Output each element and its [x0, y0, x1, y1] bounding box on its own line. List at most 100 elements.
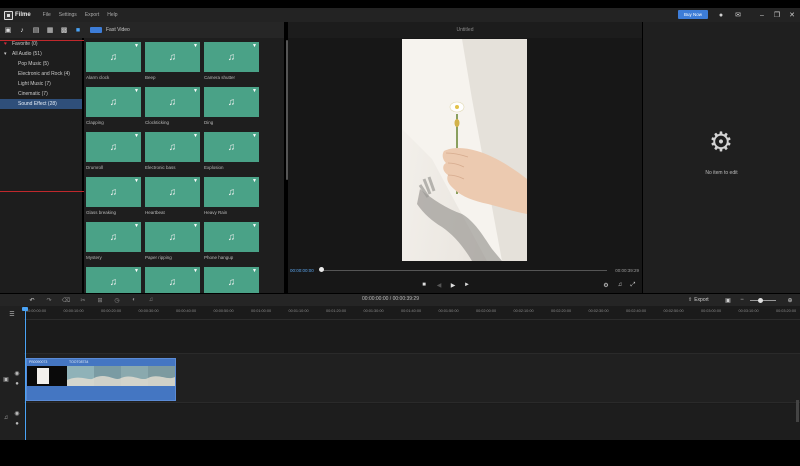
sound-effect-card[interactable]: ♫ ▼ — [145, 267, 200, 293]
stop-icon[interactable]: ■ — [419, 280, 429, 290]
audio-thumbnail[interactable]: ♫ ▼ — [204, 222, 259, 252]
text-icon[interactable]: ▤ — [32, 26, 40, 34]
sound-effect-card[interactable]: ♫ ▼ — [86, 267, 141, 293]
lock-track-icon[interactable]: ● — [13, 380, 21, 388]
sound-effect-card[interactable]: ♫ ▼ Camera shutter — [204, 42, 259, 87]
sound-effect-card[interactable]: ♫ ▼ Electronic bass — [145, 132, 200, 177]
zoom-slider[interactable] — [750, 300, 776, 301]
sound-effect-card[interactable]: ♫ ▼ Glass breaking — [86, 177, 141, 222]
download-icon[interactable]: ▼ — [252, 133, 257, 139]
download-icon[interactable]: ▼ — [134, 88, 139, 94]
audio-thumbnail[interactable]: ♫ ▼ — [86, 177, 141, 207]
audio-thumbnail[interactable]: ♫ ▼ — [204, 267, 259, 293]
download-icon[interactable]: ▼ — [134, 133, 139, 139]
export-button[interactable]: ⇧ Export — [688, 295, 709, 305]
audio-detach-icon[interactable]: ♫ — [147, 296, 155, 304]
mail-icon[interactable]: ✉ — [733, 10, 743, 20]
audio-track[interactable] — [24, 404, 800, 440]
mute-track-icon[interactable]: ◉ — [13, 409, 21, 417]
scrub-track[interactable] — [321, 269, 607, 271]
sound-effect-card[interactable]: ♫ ▼ Clapping — [86, 87, 141, 132]
audio-thumbnail[interactable]: ♫ ▼ — [145, 132, 200, 162]
speed-icon[interactable]: ◷ — [113, 296, 121, 304]
zoom-in-icon[interactable]: ⊕ — [786, 296, 794, 304]
audio-thumbnail[interactable]: ♫ ▼ — [204, 177, 259, 207]
audio-thumbnail[interactable]: ♫ ▼ — [86, 132, 141, 162]
tree-item-light-music[interactable]: Light Music (7) — [0, 79, 82, 89]
menu-file[interactable]: File — [43, 12, 51, 18]
download-icon[interactable]: ▼ — [134, 178, 139, 184]
filter-icon[interactable]: ▦ — [46, 26, 54, 34]
download-icon[interactable]: ▼ — [252, 223, 257, 229]
download-icon[interactable]: ▼ — [252, 88, 257, 94]
sound-effect-card[interactable]: ♫ ▼ Phone hangup — [204, 222, 259, 267]
zoom-out-icon[interactable]: − — [738, 296, 746, 304]
effects-icon[interactable]: ▩ — [60, 26, 68, 34]
screenshot-icon[interactable]: ▣ — [724, 296, 732, 304]
audio-thumbnail[interactable]: ♫ ▼ — [145, 177, 200, 207]
play-icon[interactable]: ▶ — [448, 280, 458, 290]
download-icon[interactable]: ▼ — [134, 268, 139, 274]
sound-effect-card[interactable]: ♫ ▼ Beep — [145, 42, 200, 87]
audio-icon[interactable]: ♪ — [18, 26, 26, 34]
download-icon[interactable]: ▼ — [134, 223, 139, 229]
fullscreen-icon[interactable]: ⤢ — [628, 280, 638, 290]
settings-icon[interactable]: ⚙ — [601, 280, 611, 290]
audio-thumbnail[interactable]: ♫ ▼ — [145, 87, 200, 117]
delete-icon[interactable]: ⌫ — [62, 296, 70, 304]
tree-item-favorite[interactable]: ♥ Favorite (0) — [0, 39, 82, 49]
audio-thumbnail[interactable]: ♫ ▼ — [204, 42, 259, 72]
audio-thumbnail[interactable]: ♫ ▼ — [145, 267, 200, 293]
download-icon[interactable]: ▼ — [193, 43, 198, 49]
undo-icon[interactable]: ↶ — [28, 296, 36, 304]
scrub-handle[interactable] — [319, 267, 324, 272]
audio-thumbnail[interactable]: ♫ ▼ — [145, 42, 200, 72]
sound-effects-icon[interactable]: ■ — [74, 26, 82, 34]
tree-item-all-audio[interactable]: ▾ All Audio (51) — [0, 49, 82, 59]
sound-effect-card[interactable]: ♫ ▼ Clockticking — [145, 87, 200, 132]
previous-frame-icon[interactable]: ◀ — [434, 280, 444, 290]
download-icon[interactable]: ▼ — [193, 223, 198, 229]
redo-icon[interactable]: ↷ — [45, 296, 53, 304]
audio-thumbnail[interactable]: ♫ ▼ — [204, 132, 259, 162]
crop-icon[interactable]: ⊞ — [96, 296, 104, 304]
sound-effect-card[interactable]: ♫ ▼ Explosion — [204, 132, 259, 177]
tree-item-sound-effect[interactable]: Sound Effect (28) — [0, 99, 82, 109]
sound-effect-card[interactable]: ♫ ▼ Heartbeat — [145, 177, 200, 222]
sound-effect-card[interactable]: ♫ ▼ Heavy Rain — [204, 177, 259, 222]
timeline-ruler[interactable]: 00:00:00:00 00:00:10:00 00:00:20:00 00:00:3… — [24, 306, 800, 320]
download-icon[interactable]: ▼ — [193, 268, 198, 274]
audio-thumbnail[interactable]: ♫ ▼ — [204, 87, 259, 117]
color-icon[interactable]: ◐ — [130, 296, 138, 304]
maximize-icon[interactable]: ❐ — [772, 10, 782, 20]
tree-item-electronic-rock[interactable]: Electronic and Rock (4) — [0, 69, 82, 79]
download-icon[interactable]: ▼ — [252, 43, 257, 49]
account-icon[interactable]: ● — [716, 10, 726, 20]
zoom-handle[interactable] — [758, 298, 763, 303]
audio-thumbnail[interactable]: ♫ ▼ — [86, 222, 141, 252]
minimize-icon[interactable]: – — [757, 10, 767, 20]
track-menu-icon[interactable]: ☰ — [8, 310, 16, 318]
playhead[interactable] — [25, 308, 26, 440]
download-icon[interactable]: ▼ — [252, 178, 257, 184]
download-icon[interactable]: ▼ — [193, 88, 198, 94]
sound-effect-card[interactable]: ♫ ▼ Paper ripping — [145, 222, 200, 267]
lock-audio-icon[interactable]: ● — [13, 420, 21, 428]
tree-item-pop-music[interactable]: Pop Music (5) — [0, 59, 82, 69]
sound-effect-card[interactable]: ♫ ▼ — [204, 267, 259, 293]
menu-help[interactable]: Help — [107, 12, 117, 18]
buy-now-button[interactable]: Buy Now — [678, 10, 708, 19]
menu-export[interactable]: Export — [85, 12, 99, 18]
timeline-scrollbar[interactable] — [796, 400, 799, 422]
download-icon[interactable]: ▼ — [134, 43, 139, 49]
audio-thumbnail[interactable]: ♫ ▼ — [86, 87, 141, 117]
hide-track-icon[interactable]: ◉ — [13, 369, 21, 377]
menu-settings[interactable]: Settings — [59, 12, 77, 18]
sound-effect-card[interactable]: ♫ ▼ Ding — [204, 87, 259, 132]
sound-effect-card[interactable]: ♫ ▼ Mystery — [86, 222, 141, 267]
close-icon[interactable]: ✕ — [787, 10, 797, 20]
audio-thumbnail[interactable]: ♫ ▼ — [86, 267, 141, 293]
playhead-handle[interactable] — [22, 307, 28, 311]
next-frame-icon[interactable]: ► — [462, 280, 472, 290]
split-icon[interactable]: ✂ — [79, 296, 87, 304]
